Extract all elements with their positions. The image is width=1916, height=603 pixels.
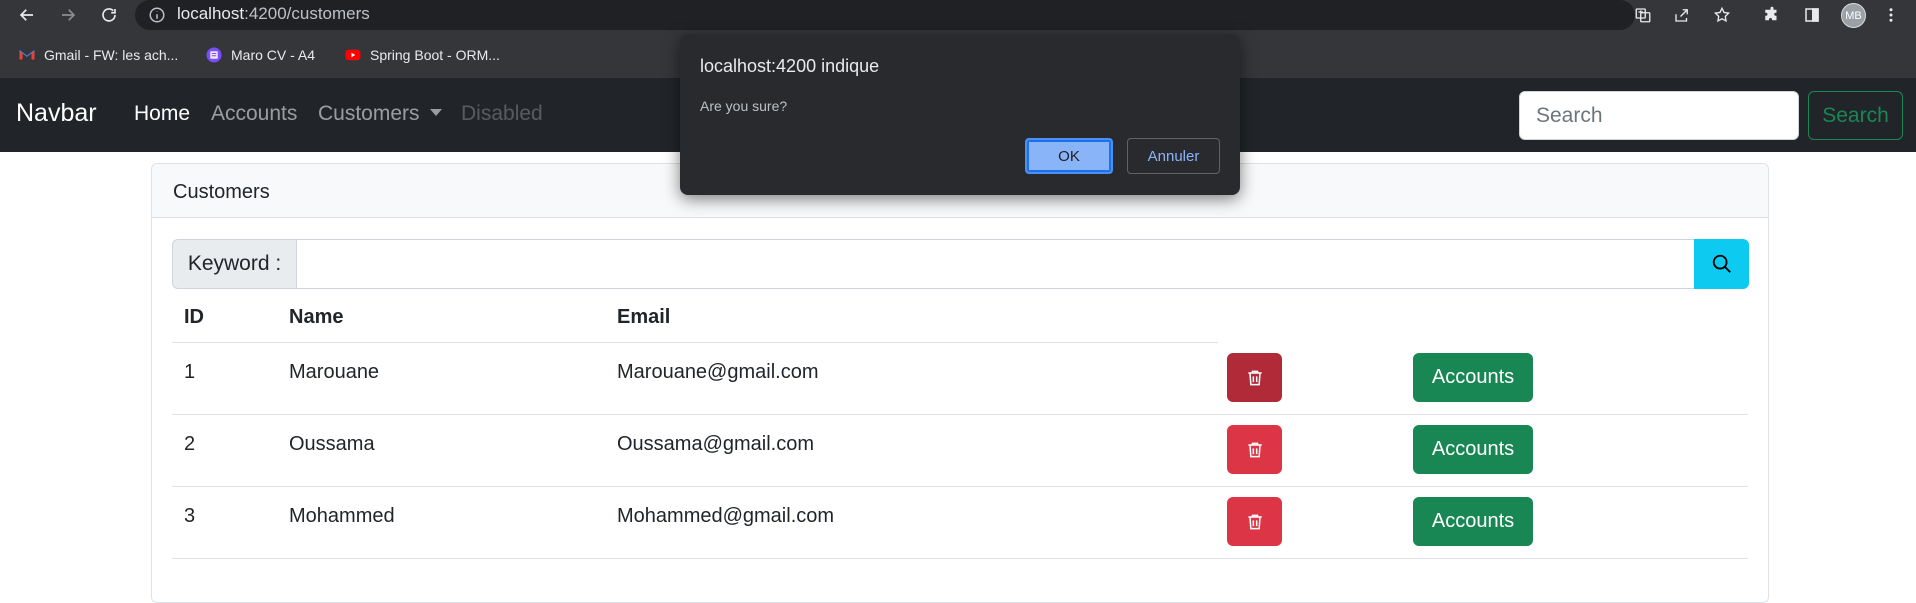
- column-header-email: Email: [617, 306, 671, 328]
- nav-dropdown-customers[interactable]: Customers: [318, 102, 442, 126]
- kebab-menu-icon[interactable]: [1880, 4, 1902, 26]
- youtube-icon: [345, 49, 361, 61]
- browser-toolbar: localhost:4200/customers MB: [0, 0, 1916, 30]
- card-title: Customers: [173, 181, 270, 203]
- navbar-brand[interactable]: Navbar: [16, 99, 97, 128]
- trash-icon: [1247, 514, 1262, 529]
- nav-link-accounts[interactable]: Accounts: [211, 102, 297, 126]
- navbar-search-input[interactable]: [1519, 91, 1799, 140]
- table-header: ID Name Email: [172, 296, 1218, 343]
- caret-down-icon: [429, 108, 442, 116]
- site-info-icon[interactable]: [148, 6, 166, 24]
- accounts-button[interactable]: Accounts: [1413, 425, 1533, 474]
- document-icon: [206, 47, 222, 63]
- cell-email: Marouane@gmail.com: [617, 361, 819, 383]
- reload-icon[interactable]: [95, 0, 123, 30]
- delete-button[interactable]: [1227, 497, 1282, 546]
- nav-link-disabled: Disabled: [461, 102, 543, 125]
- address-text[interactable]: localhost:4200/customers: [177, 4, 370, 24]
- bookmark-item[interactable]: Spring Boot - ORM...: [344, 45, 500, 65]
- dialog-ok-button[interactable]: OK: [1025, 138, 1113, 174]
- extensions-icon[interactable]: [1761, 4, 1783, 26]
- confirm-dialog: localhost:4200 indique Are you sure? OK …: [680, 34, 1240, 195]
- keyword-search-button[interactable]: [1694, 239, 1749, 289]
- column-header-name: Name: [289, 306, 344, 328]
- bookmark-label: Maro CV - A4: [231, 47, 316, 63]
- cell-id: 1: [184, 361, 196, 383]
- accounts-button[interactable]: Accounts: [1413, 353, 1533, 402]
- cell-id: 3: [184, 505, 196, 527]
- url-path: :4200/customers: [244, 4, 370, 23]
- nav-dropdown-label: Customers: [318, 102, 420, 125]
- dialog-title: localhost:4200 indique: [700, 56, 880, 76]
- nav-link-home[interactable]: Home: [134, 102, 190, 126]
- delete-button[interactable]: [1227, 353, 1282, 402]
- bookmark-label: Spring Boot - ORM...: [370, 47, 500, 63]
- keyword-input[interactable]: [296, 239, 1696, 289]
- accounts-button[interactable]: Accounts: [1413, 497, 1533, 546]
- back-icon[interactable]: [13, 0, 41, 30]
- search-icon: [1712, 254, 1731, 273]
- bookmark-item[interactable]: Maro CV - A4: [205, 45, 315, 65]
- cell-email: Oussama@gmail.com: [617, 433, 815, 455]
- table-row: 2 Oussama Oussama@gmail.com Accounts: [172, 415, 1748, 487]
- dialog-cancel-button[interactable]: Annuler: [1127, 138, 1220, 174]
- cell-name: Marouane: [289, 361, 380, 383]
- cell-id: 2: [184, 433, 196, 455]
- trash-icon: [1247, 370, 1262, 385]
- table-row: 1 Marouane Marouane@gmail.com Accounts: [172, 343, 1748, 415]
- url-host: localhost: [177, 4, 245, 23]
- gmail-icon: [19, 50, 35, 60]
- translate-icon[interactable]: [1632, 4, 1654, 26]
- side-panel-icon[interactable]: [1801, 4, 1823, 26]
- keyword-search-group: Keyword :: [172, 239, 1749, 289]
- forward-icon[interactable]: [54, 0, 82, 30]
- cell-name: Mohammed: [289, 505, 395, 527]
- share-icon[interactable]: [1671, 4, 1693, 26]
- trash-icon: [1247, 442, 1262, 457]
- profile-avatar[interactable]: MB: [1841, 3, 1866, 28]
- delete-button[interactable]: [1227, 425, 1282, 474]
- table-row: 3 Mohammed Mohammed@gmail.com Accounts: [172, 487, 1748, 559]
- profile-initials: MB: [1845, 9, 1862, 22]
- dialog-message: Are you sure?: [700, 98, 788, 114]
- column-header-id: ID: [184, 306, 204, 328]
- bookmark-item[interactable]: Gmail - FW: les ach...: [18, 45, 178, 65]
- navbar-search-button[interactable]: Search: [1808, 91, 1903, 140]
- bookmark-star-icon[interactable]: [1711, 4, 1733, 26]
- cell-name: Oussama: [289, 433, 375, 455]
- keyword-label: Keyword :: [172, 239, 297, 289]
- cell-email: Mohammed@gmail.com: [617, 505, 835, 527]
- bookmark-label: Gmail - FW: les ach...: [44, 47, 179, 63]
